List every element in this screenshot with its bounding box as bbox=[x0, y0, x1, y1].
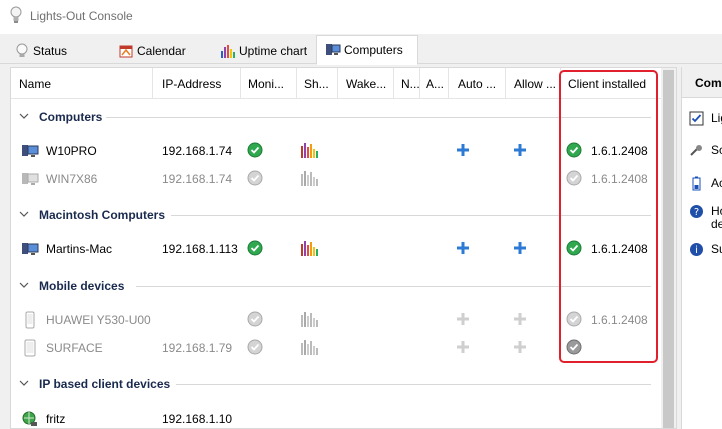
plus-icon[interactable] bbox=[457, 242, 469, 254]
plus-icon[interactable] bbox=[514, 242, 526, 254]
bulb-icon bbox=[10, 6, 22, 23]
check-gray-icon bbox=[247, 311, 263, 327]
row-ip: 192.168.1.74 bbox=[162, 144, 233, 158]
row-name: SURFACE bbox=[46, 341, 103, 355]
plus-gray-icon[interactable] bbox=[514, 341, 526, 353]
tab-label: Computers bbox=[344, 43, 403, 57]
tablet-icon bbox=[24, 339, 36, 357]
plus-gray-icon[interactable] bbox=[457, 341, 469, 353]
right-panel-header: Comp bbox=[682, 67, 722, 98]
column-share[interactable]: Sh... bbox=[304, 77, 339, 91]
plus-icon[interactable] bbox=[457, 144, 469, 156]
check-ok-icon bbox=[247, 240, 263, 256]
group-label: IP based client devices bbox=[39, 377, 171, 391]
right-panel-title: Comp bbox=[695, 76, 722, 90]
scrollbar-thumb[interactable] bbox=[663, 70, 674, 428]
group-ip-based[interactable]: IP based client devices bbox=[11, 373, 651, 397]
share-bars-icon bbox=[301, 143, 318, 158]
title-bar: Lights-Out Console bbox=[0, 0, 722, 34]
tools-icon bbox=[690, 145, 702, 156]
tab-label: Uptime chart bbox=[239, 43, 308, 58]
svg-text:i: i bbox=[695, 245, 698, 256]
check-gray-icon bbox=[247, 170, 263, 186]
row-name: fritz bbox=[46, 412, 66, 426]
chevron-down-icon[interactable] bbox=[19, 379, 29, 387]
calendar-icon bbox=[118, 43, 134, 59]
column-ip[interactable]: IP-Address bbox=[162, 77, 242, 91]
row-name: Martins-Mac bbox=[46, 242, 113, 256]
row-name: HUAWEI Y530-U00 bbox=[46, 313, 151, 327]
info-icon: i bbox=[690, 243, 703, 256]
check-gray-icon bbox=[247, 339, 263, 355]
group-computers[interactable]: Computers bbox=[11, 106, 651, 130]
group-label: Computers bbox=[39, 110, 103, 124]
share-bars-icon bbox=[301, 171, 318, 186]
row-ip: 192.168.1.10 bbox=[162, 412, 233, 426]
table-row[interactable]: fritz 192.168.1.10 bbox=[11, 408, 661, 428]
tab-calendar[interactable]: Calendar bbox=[110, 37, 205, 64]
plus-icon[interactable] bbox=[514, 144, 526, 156]
right-panel: Comp Lig Sc Ac ? Ho de i Su bbox=[681, 67, 722, 429]
vertical-scrollbar[interactable] bbox=[661, 68, 676, 428]
group-macintosh[interactable]: Macintosh Computers bbox=[11, 204, 651, 228]
help-icon: ? bbox=[690, 205, 703, 218]
share-bars-icon bbox=[301, 340, 318, 355]
checkbox-checked-icon[interactable] bbox=[689, 111, 704, 126]
plus-gray-icon[interactable] bbox=[457, 313, 469, 325]
tab-status[interactable]: Status bbox=[6, 37, 101, 64]
group-label: Mobile devices bbox=[39, 279, 125, 293]
bulb-icon bbox=[14, 43, 30, 59]
tab-uptime-chart[interactable]: Uptime chart bbox=[212, 37, 318, 64]
check-ok-icon bbox=[247, 142, 263, 158]
group-label: Macintosh Computers bbox=[39, 208, 166, 222]
network-device-icon bbox=[22, 411, 37, 426]
chevron-down-icon[interactable] bbox=[19, 112, 29, 120]
tab-label: Status bbox=[33, 43, 68, 58]
svg-text:?: ? bbox=[694, 207, 699, 218]
row-ip: 192.168.1.79 bbox=[162, 341, 233, 355]
row-ip: 192.168.1.74 bbox=[162, 172, 233, 186]
mobile-phone-icon bbox=[25, 311, 35, 329]
column-wake[interactable]: Wake... bbox=[346, 77, 398, 91]
tab-computers[interactable]: Computers bbox=[316, 35, 418, 65]
bar-chart-icon bbox=[220, 43, 236, 59]
group-mobile[interactable]: Mobile devices bbox=[11, 275, 651, 299]
desktop-computer-icon bbox=[22, 243, 39, 255]
chevron-down-icon[interactable] bbox=[19, 210, 29, 218]
column-allow[interactable]: Allow ... bbox=[514, 77, 562, 91]
chevron-down-icon[interactable] bbox=[19, 281, 29, 289]
desktop-computer-icon bbox=[22, 145, 39, 157]
share-bars-icon bbox=[301, 241, 318, 256]
client-installed-highlight bbox=[559, 70, 658, 363]
computers-list: Name IP-Address Moni... Sh... Wake... N.… bbox=[10, 67, 677, 429]
column-name[interactable]: Name bbox=[19, 77, 149, 91]
desktop-computer-icon bbox=[22, 173, 39, 185]
column-monitor[interactable]: Moni... bbox=[248, 77, 296, 91]
tab-label: Calendar bbox=[137, 43, 186, 58]
plus-gray-icon[interactable] bbox=[514, 313, 526, 325]
share-bars-icon bbox=[301, 312, 318, 327]
row-name: WIN7X86 bbox=[46, 172, 98, 186]
row-ip: 192.168.1.113 bbox=[162, 242, 238, 256]
row-name: W10PRO bbox=[46, 144, 97, 158]
computer-icon bbox=[325, 42, 341, 58]
battery-icon bbox=[692, 176, 701, 191]
tab-bar: Status Calendar Uptime chart Computers bbox=[0, 34, 722, 65]
window-title: Lights-Out Console bbox=[30, 9, 133, 23]
column-a[interactable]: A... bbox=[426, 77, 448, 91]
column-auto[interactable]: Auto ... bbox=[458, 77, 508, 91]
